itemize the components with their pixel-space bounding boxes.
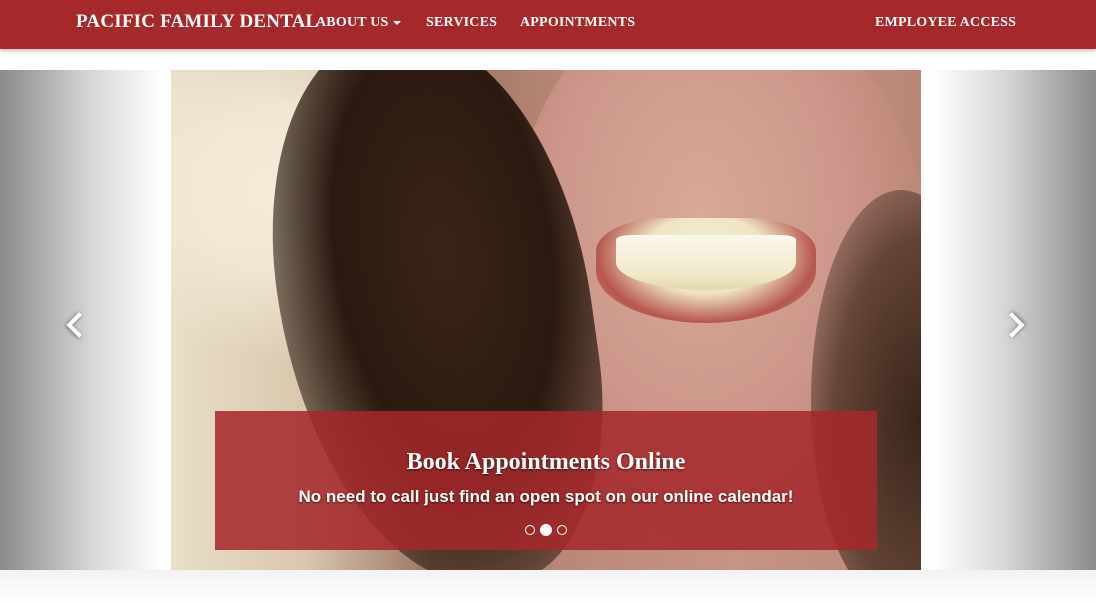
hero-carousel: Book Appointments Online No need to call… [0, 70, 1096, 570]
carousel-caption: Book Appointments Online No need to call… [215, 411, 877, 550]
nav-appointments[interactable]: APPOINTMENTS [520, 15, 635, 31]
nav-employee-access[interactable]: EMPLOYEE ACCESS [875, 15, 1016, 31]
top-navbar: PACIFIC FAMILY DENTAL ABOUT US SERVICES … [0, 0, 1096, 49]
carousel-indicators [215, 523, 877, 537]
caption-title: Book Appointments Online [406, 449, 686, 475]
nav-about-us-label: ABOUT US [316, 15, 389, 30]
content-divider [0, 570, 1096, 603]
carousel-indicator-3[interactable] [557, 525, 567, 535]
caret-down-icon [392, 20, 401, 25]
carousel-indicator-2[interactable] [540, 524, 552, 536]
photo-teeth [616, 235, 796, 290]
nav-about-us[interactable]: ABOUT US [316, 15, 401, 31]
nav-services[interactable]: SERVICES [426, 15, 497, 31]
chevron-right-icon [999, 312, 1025, 338]
carousel-prev-button[interactable] [64, 310, 94, 340]
carousel-next-button[interactable] [997, 310, 1027, 340]
chevron-left-icon [66, 312, 92, 338]
brand-logo-link[interactable]: PACIFIC FAMILY DENTAL [76, 11, 318, 33]
carousel-indicator-1[interactable] [525, 525, 535, 535]
caption-text: No need to call just find an open spot o… [298, 487, 794, 506]
